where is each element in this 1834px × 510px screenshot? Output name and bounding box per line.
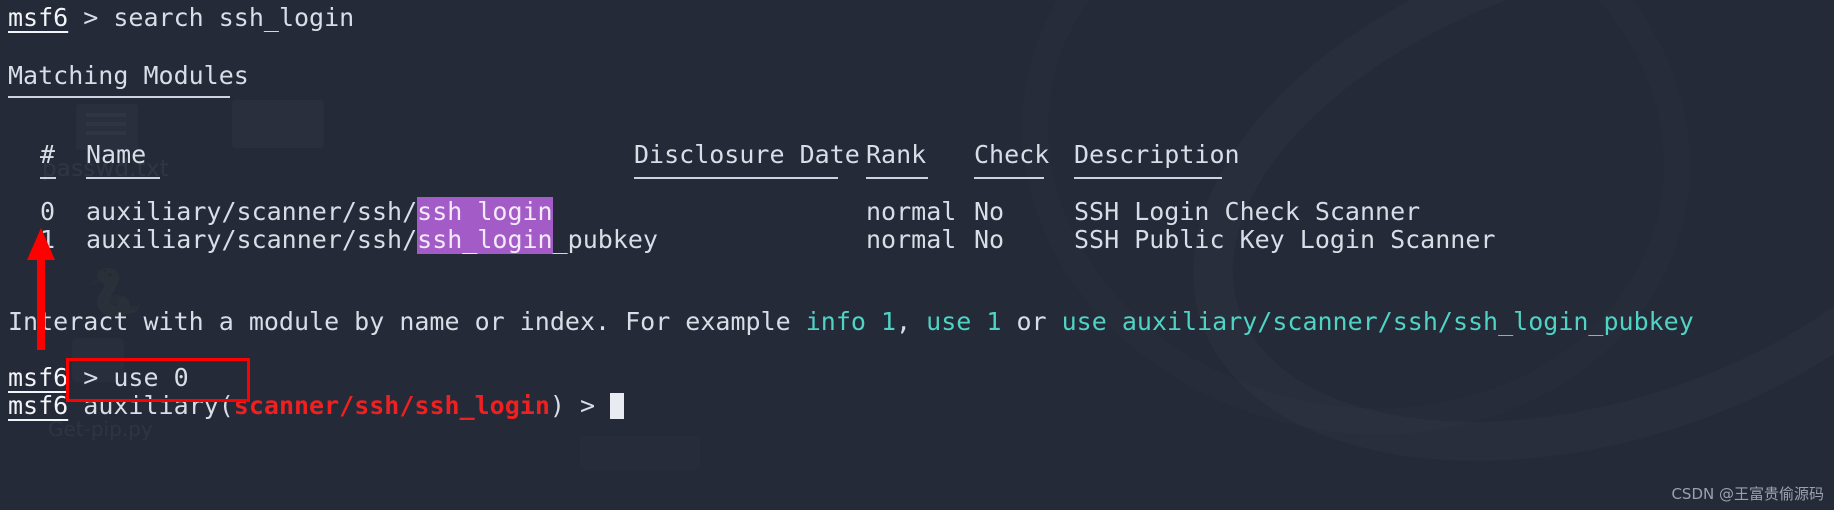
source-watermark: CSDN @王富贵偷源码 xyxy=(1671,485,1824,503)
hint-text-part2: , xyxy=(896,307,927,336)
module-name-prefix: auxiliary/scanner/ssh/ xyxy=(86,225,418,254)
module-name-suffix: _pubkey xyxy=(552,225,658,254)
prompt-host: msf6 xyxy=(8,363,69,392)
prompt-host: msf6 xyxy=(8,3,69,32)
row-index: 0 xyxy=(40,197,56,226)
prompt-separator: > xyxy=(68,363,114,392)
hint-example-use-path: use auxiliary/scanner/ssh/ssh_login_pubk… xyxy=(1061,307,1694,336)
search-command-text: search ssh_login xyxy=(113,3,355,32)
hint-text-part1: Interact with a module by name or index.… xyxy=(8,307,806,336)
hint-text-part3: or xyxy=(1001,307,1062,336)
use-command-text: use 0 xyxy=(113,363,189,392)
table-header-index: # xyxy=(40,140,56,169)
table-header-check: Check xyxy=(974,140,1050,169)
prompt-separator: > xyxy=(68,3,114,32)
hint-example-use-index: use 1 xyxy=(926,307,1002,336)
prompt-context-open: auxiliary( xyxy=(68,391,234,420)
table-row[interactable]: 1 xyxy=(40,226,55,254)
table-row[interactable]: 0 xyxy=(40,198,55,226)
section-title-underline xyxy=(8,96,230,98)
row-check: No xyxy=(974,197,1005,226)
row-module-name[interactable]: auxiliary/scanner/ssh/ssh_login_pubkey xyxy=(86,225,658,254)
row-check: No xyxy=(974,225,1005,254)
terminal-window: passwd.txt 🐍 Get-pip.py msf6 > search ss… xyxy=(0,0,1834,510)
header-rule-name xyxy=(86,177,160,179)
header-rule-index xyxy=(40,177,56,179)
header-rule-disclosure-date xyxy=(634,177,838,179)
header-rule-check xyxy=(974,177,1044,179)
module-name-match-highlight: ssh_login xyxy=(417,197,553,226)
command-line-use[interactable]: msf6 > use 0 xyxy=(8,364,189,392)
table-header-rank: Rank xyxy=(866,140,927,169)
row-module-name[interactable]: auxiliary/scanner/ssh/ssh_login xyxy=(86,197,553,226)
terminal-cursor xyxy=(610,393,625,419)
table-header-description: Description xyxy=(1074,140,1240,169)
row-index: 1 xyxy=(40,225,56,254)
prompt-host: msf6 xyxy=(8,391,69,420)
module-name-prefix: auxiliary/scanner/ssh/ xyxy=(86,197,418,226)
prompt-context-close: ) > xyxy=(549,391,611,420)
table-header-disclosure-date: Disclosure Date xyxy=(634,140,860,169)
active-module-prompt[interactable]: msf6 auxiliary(scanner/ssh/ssh_login) > xyxy=(8,391,625,420)
row-description: SSH Login Check Scanner xyxy=(1074,197,1421,226)
table-header-name: Name xyxy=(86,140,147,169)
command-line-search[interactable]: msf6 > search ssh_login xyxy=(8,4,354,32)
hint-example-info: info 1 xyxy=(805,307,897,336)
module-name-match-highlight: ssh_login xyxy=(417,225,553,254)
row-description: SSH Public Key Login Scanner xyxy=(1074,225,1496,254)
background-faint-block xyxy=(580,436,700,470)
row-rank: normal xyxy=(866,225,957,254)
interaction-hint: Interact with a module by name or index.… xyxy=(8,308,1694,336)
background-script-label: Get-pip.py xyxy=(48,417,153,441)
prompt-active-module: scanner/ssh/ssh_login xyxy=(233,391,550,420)
header-rule-rank xyxy=(866,177,928,179)
background-icon-decoration xyxy=(232,100,324,148)
header-rule-description xyxy=(1074,177,1222,179)
row-rank: normal xyxy=(866,197,957,226)
background-swoosh-decoration xyxy=(1123,0,1834,510)
section-title: Matching Modules xyxy=(8,61,249,90)
